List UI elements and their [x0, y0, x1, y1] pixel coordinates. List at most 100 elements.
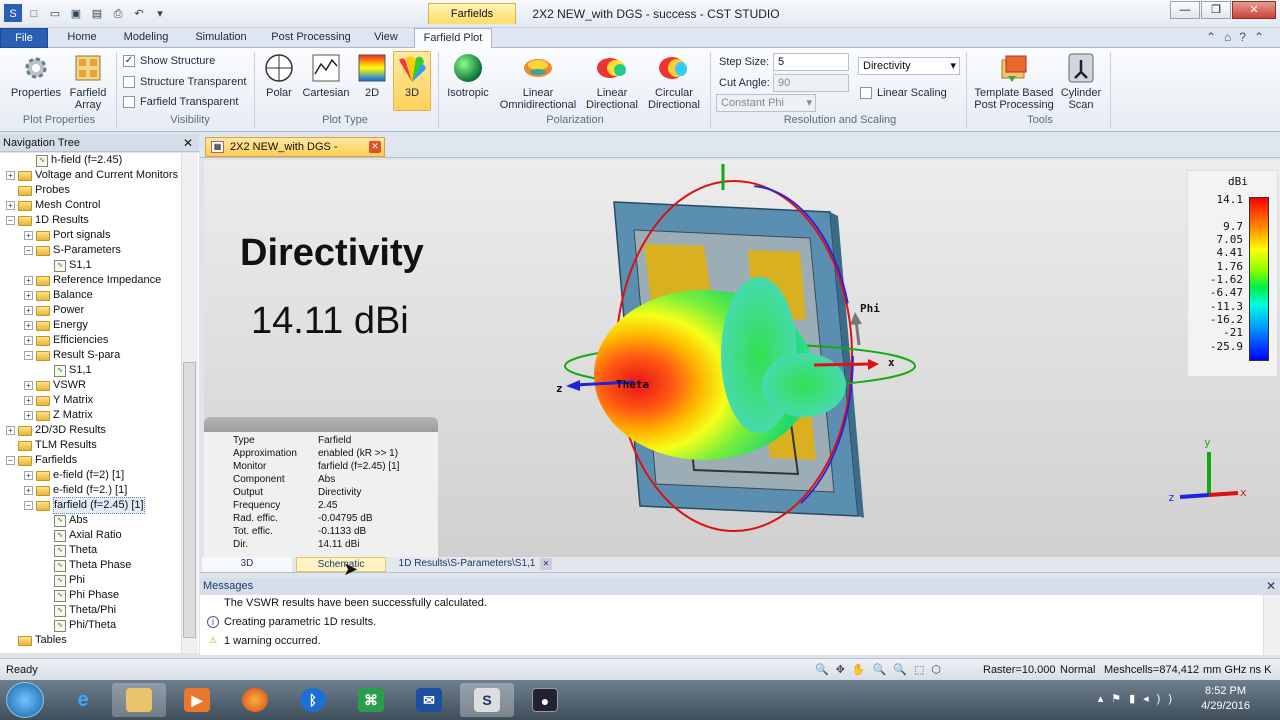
document-tab[interactable]: ▦ 2X2 NEW_with DGS - success* ✕: [205, 137, 385, 171]
tree-item[interactable]: ∿ Abs: [42, 513, 88, 528]
expand-icon[interactable]: +: [24, 411, 33, 420]
tree-item[interactable]: + Efficiencies: [24, 333, 108, 348]
tree-item[interactable]: + Z Matrix: [24, 408, 93, 423]
view-tool-icons[interactable]: 🔍✥✋🔍🔍⬚⬡: [815, 659, 948, 681]
tree-item[interactable]: + Mesh Control: [6, 198, 100, 213]
system-tray-icons[interactable]: ▴⚑▮◂)): [1098, 692, 1180, 705]
taskbar-app[interactable]: ⌘: [344, 683, 398, 717]
collapse-icon[interactable]: −: [6, 456, 15, 465]
expand-icon[interactable]: +: [24, 291, 33, 300]
farfield-array-button[interactable]: Farfield Array: [66, 52, 110, 111]
minimize-button[interactable]: —: [1170, 1, 1200, 19]
expand-icon[interactable]: +: [6, 171, 15, 180]
tree-item[interactable]: ∿ S1,1: [42, 363, 92, 378]
tree-item[interactable]: TLM Results: [6, 438, 97, 453]
app-menu-icon[interactable]: S: [4, 4, 22, 22]
cylinder-scan-button[interactable]: Cylinder Scan: [1058, 52, 1104, 111]
collapse-icon[interactable]: −: [6, 216, 15, 225]
print-icon[interactable]: ⎙: [109, 4, 127, 22]
tab-s11-plot[interactable]: 1D Results\S-Parameters\S1,1: [396, 557, 538, 572]
expand-icon[interactable]: +: [6, 426, 15, 435]
show-structure-checkbox[interactable]: ✓ Show Structure: [123, 55, 215, 67]
close-button[interactable]: ✕: [1232, 1, 1276, 19]
taskbar-firefox[interactable]: [228, 683, 282, 717]
save-all-icon[interactable]: ▤: [88, 4, 106, 22]
expand-icon[interactable]: +: [24, 276, 33, 285]
linear-omnidirectional-button[interactable]: Linear Omnidirectional: [498, 52, 578, 111]
undo-icon[interactable]: ↶: [130, 4, 148, 22]
tree-item[interactable]: ∿ Theta Phase: [42, 558, 131, 573]
tree-item[interactable]: ∿ Phi Phase: [42, 588, 119, 603]
qat-dropdown-icon[interactable]: ▾: [151, 4, 169, 22]
tree-item[interactable]: + e-field (f=2) [1]: [24, 468, 124, 483]
tree-item[interactable]: + Voltage and Current Monitors: [6, 168, 178, 183]
taskbar-media[interactable]: ▶: [170, 683, 224, 717]
tree-item[interactable]: + Power: [24, 303, 84, 318]
tree-item[interactable]: − Farfields: [6, 453, 77, 468]
taskbar-explorer[interactable]: [112, 683, 166, 717]
linear-scaling-checkbox[interactable]: Linear Scaling: [860, 87, 947, 99]
properties-button[interactable]: Properties: [8, 52, 64, 99]
scrollbar-thumb[interactable]: [183, 362, 196, 638]
step-size-input[interactable]: 5: [773, 53, 849, 71]
tree-item[interactable]: − 1D Results: [6, 213, 89, 228]
tree-item[interactable]: ∿ Theta: [42, 543, 97, 558]
structure-transparent-checkbox[interactable]: Structure Transparent: [123, 76, 246, 88]
cartesian-button[interactable]: Cartesian: [302, 52, 350, 99]
ribbon-help-icons[interactable]: ⌃⌂?⌃: [1206, 30, 1272, 44]
tree-item[interactable]: + VSWR: [24, 378, 86, 393]
open-folder-icon[interactable]: ▭: [46, 4, 64, 22]
3d-button[interactable]: 3D: [393, 51, 431, 111]
expand-icon[interactable]: +: [24, 321, 33, 330]
expand-icon[interactable]: +: [24, 396, 33, 405]
tree-item[interactable]: ∿ Theta/Phi: [42, 603, 116, 618]
taskbar-cst[interactable]: S: [460, 683, 514, 717]
tree-item[interactable]: − farfield (f=2.45) [1]: [24, 497, 145, 514]
cut-type-dropdown[interactable]: Constant Phi ▾: [716, 94, 816, 112]
tree-item[interactable]: + Port signals: [24, 228, 110, 243]
tab-simulation[interactable]: Simulation: [186, 28, 256, 48]
farfield-transparent-checkbox[interactable]: Farfield Transparent: [123, 96, 238, 108]
collapse-icon[interactable]: −: [24, 501, 33, 510]
tree-item[interactable]: + Energy: [24, 318, 88, 333]
tree-item[interactable]: − S-Parameters: [24, 243, 121, 258]
tree-item[interactable]: + Balance: [24, 288, 93, 303]
expand-icon[interactable]: +: [24, 336, 33, 345]
tree-item[interactable]: − Result S-para: [24, 348, 120, 363]
tab-file[interactable]: File: [0, 28, 48, 48]
collapse-icon[interactable]: −: [24, 351, 33, 360]
tree-item[interactable]: ∿ h-field (f=2.45): [24, 153, 122, 168]
tree-item[interactable]: + Reference Impedance: [24, 273, 161, 288]
close-tab-icon[interactable]: ✕: [369, 141, 381, 153]
linear-directional-button[interactable]: Linear Directional: [584, 52, 640, 111]
save-icon[interactable]: ▣: [67, 4, 85, 22]
taskbar-ie[interactable]: e: [56, 683, 110, 717]
tree-item[interactable]: + e-field (f=2.) [1]: [24, 483, 127, 498]
cut-angle-input[interactable]: 90: [773, 74, 849, 92]
quantity-dropdown[interactable]: Directivity ▾: [858, 57, 960, 75]
start-button[interactable]: [6, 682, 44, 718]
tree-item[interactable]: ∿ Phi/Theta: [42, 618, 116, 633]
expand-icon[interactable]: +: [24, 471, 33, 480]
tab-modeling[interactable]: Modeling: [114, 28, 178, 48]
tab-home[interactable]: Home: [56, 28, 108, 48]
template-post-processing-button[interactable]: Template Based Post Processing: [972, 52, 1056, 111]
taskbar-mail[interactable]: ✉: [402, 683, 456, 717]
tab-post-processing[interactable]: Post Processing: [264, 28, 358, 48]
tree-item[interactable]: +2D/3D Results: [6, 423, 106, 438]
tab-3d-view[interactable]: 3D: [202, 557, 292, 572]
clock[interactable]: 8:52 PM 4/29/2016: [1201, 684, 1250, 714]
tree-item[interactable]: ∿ S1,1: [42, 258, 92, 273]
collapse-icon[interactable]: −: [24, 246, 33, 255]
3d-viewport[interactable]: Directivity 14.11 dBi Phi Theta x z y x …: [204, 160, 1280, 557]
tree-item[interactable]: ∿ Phi: [42, 573, 85, 588]
close-tab-icon[interactable]: ✕: [540, 558, 552, 570]
isotropic-button[interactable]: Isotropic: [444, 52, 492, 99]
tree-item[interactable]: Probes: [6, 183, 70, 198]
polar-button[interactable]: Polar: [260, 52, 298, 99]
tab-farfield-plot[interactable]: Farfield Plot: [414, 28, 492, 49]
messages-scrollbar[interactable]: [1263, 595, 1280, 655]
maximize-button[interactable]: ❐: [1201, 1, 1231, 19]
tree-item[interactable]: ∿ Axial Ratio: [42, 528, 122, 543]
circular-directional-button[interactable]: Circular Directional: [646, 52, 702, 111]
